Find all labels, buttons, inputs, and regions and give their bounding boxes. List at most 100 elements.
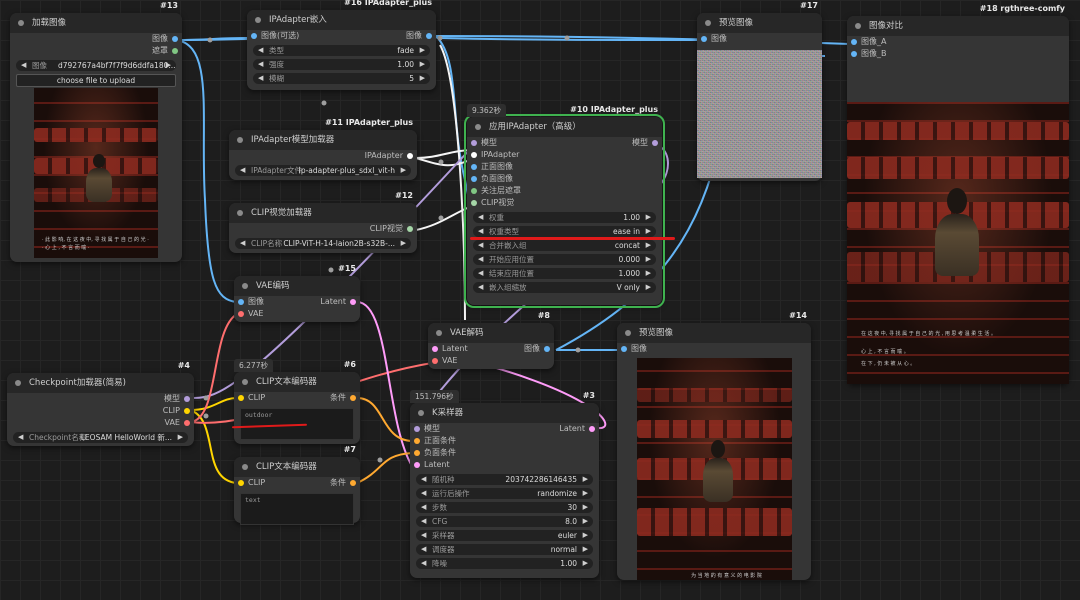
denoise-widget[interactable]: ◀ 降噪 1.00 ▶	[416, 558, 593, 569]
socket-dot[interactable]	[432, 346, 438, 352]
input-vae[interactable]: VAE	[428, 355, 554, 367]
arrow-right-icon[interactable]: ▶	[646, 282, 651, 293]
output-mask[interactable]: 遮罩	[10, 45, 182, 57]
socket-dot[interactable]	[471, 140, 477, 146]
node-title[interactable]: CLIP视觉加载器	[229, 203, 417, 223]
image-combo[interactable]: ◀ 图像 d792767a4bf7f7f9d6ddfa180... ▶	[16, 60, 176, 71]
output-image[interactable]: 图像	[10, 33, 182, 45]
socket-dot[interactable]	[471, 188, 477, 194]
arrow-right-icon[interactable]: ▶	[420, 45, 425, 56]
clip-text-encode-negative-node[interactable]: #7 CLIP文本编码器 CLIP 条件 text	[234, 445, 360, 525]
arrow-right-icon[interactable]: ▶	[646, 226, 651, 237]
input-ipadapter[interactable]: IPAdapter	[467, 149, 662, 161]
socket-dot[interactable]	[851, 39, 857, 45]
socket-dot[interactable]	[350, 299, 356, 305]
arrow-right-icon[interactable]: ▶	[646, 212, 651, 223]
ipadapter-model-loader-node[interactable]: #11 IPAdapter_plus IPAdapter模型加载器 IPAdap…	[229, 118, 417, 180]
input-clip-vision[interactable]: CLIP视觉	[467, 197, 662, 209]
arrow-left-icon[interactable]: ◀	[18, 432, 23, 443]
load-image-node[interactable]: #13 加载图像 图像 遮罩 ◀ 图像 d792767a4bf7f7f9d6ddfa…	[10, 1, 182, 262]
end-at-slider[interactable]: ◀ 结束应用位置 1.000 ▶	[473, 268, 656, 279]
input-image[interactable]: 图像 Latent	[234, 296, 360, 308]
arrow-left-icon[interactable]: ◀	[478, 282, 483, 293]
socket-dot[interactable]	[238, 395, 244, 401]
socket-dot[interactable]	[471, 200, 477, 206]
socket-dot[interactable]	[184, 396, 190, 402]
socket-dot[interactable]	[471, 176, 477, 182]
output-clip[interactable]: CLIP	[7, 405, 194, 417]
vae-encode-node[interactable]: #15 VAE编码 图像 Latent VAE	[234, 264, 360, 322]
socket-dot[interactable]	[471, 152, 477, 158]
input-image[interactable]: 图像	[617, 343, 811, 355]
node-title[interactable]: IPAdapter嵌入	[247, 10, 436, 30]
socket-dot[interactable]	[184, 420, 190, 426]
arrow-left-icon[interactable]: ◀	[421, 502, 426, 513]
input-image-b[interactable]: 图像_B	[847, 48, 1069, 60]
input-clip[interactable]: CLIP 条件	[234, 477, 360, 489]
input-image[interactable]: 图像(可选) 图像	[247, 30, 436, 42]
embeds-scaling-combo[interactable]: ◀ 嵌入组缩放 V only ▶	[473, 282, 656, 293]
arrow-right-icon[interactable]: ▶	[646, 254, 651, 265]
arrow-right-icon[interactable]: ▶	[178, 432, 183, 443]
input-positive[interactable]: 正面条件	[410, 435, 599, 447]
preview-image-node-17[interactable]: #17 预览图像 图像	[697, 1, 822, 181]
strength-slider[interactable]: ◀ 强度 1.00 ▶	[253, 59, 430, 70]
socket-dot[interactable]	[172, 48, 178, 54]
clip-name-combo[interactable]: ◀ CLIP名称 CLIP-ViT-H-14-laion2B-s32B-... ▶	[235, 238, 411, 249]
combine-embeds-combo[interactable]: ◀ 合并嵌入组 concat ▶	[473, 240, 656, 251]
arrow-right-icon[interactable]: ▶	[583, 502, 588, 513]
upload-button[interactable]: choose file to upload	[16, 74, 176, 87]
arrow-left-icon[interactable]: ◀	[421, 558, 426, 569]
steps-widget[interactable]: ◀ 步数 30 ▶	[416, 502, 593, 513]
socket-dot[interactable]	[652, 140, 658, 146]
socket-dot[interactable]	[238, 311, 244, 317]
arrow-right-icon[interactable]: ▶	[583, 474, 588, 485]
arrow-left-icon[interactable]: ◀	[478, 226, 483, 237]
socket-dot[interactable]	[544, 346, 550, 352]
arrow-right-icon[interactable]: ▶	[583, 516, 588, 527]
input-attn-mask[interactable]: 关注层遮罩	[467, 185, 662, 197]
blur-slider[interactable]: ◀ 模糊 5 ▶	[253, 73, 430, 84]
socket-dot[interactable]	[407, 226, 413, 232]
vae-decode-node[interactable]: #8 VAE解码 Latent 图像 VAE	[428, 311, 554, 369]
socket-dot[interactable]	[350, 395, 356, 401]
arrow-right-icon[interactable]: ▶	[420, 73, 425, 84]
arrow-right-icon[interactable]: ▶	[401, 238, 406, 249]
socket-dot[interactable]	[414, 462, 420, 468]
socket-dot[interactable]	[414, 450, 420, 456]
arrow-left-icon[interactable]: ◀	[421, 530, 426, 541]
control-after-generate-combo[interactable]: ◀ 运行后操作 randomize ▶	[416, 488, 593, 499]
node-title[interactable]: CLIP文本编码器	[234, 457, 360, 477]
arrow-left-icon[interactable]: ◀	[478, 212, 483, 223]
socket-dot[interactable]	[238, 480, 244, 486]
weight-type-combo[interactable]: ◀ 权重类型 ease in ▶	[473, 226, 656, 237]
node-title[interactable]: IPAdapter模型加载器	[229, 130, 417, 150]
node-title[interactable]: 预览图像	[617, 323, 811, 343]
socket-dot[interactable]	[414, 426, 420, 432]
input-model[interactable]: 模型 模型	[467, 137, 662, 149]
arrow-left-icon[interactable]: ◀	[21, 60, 26, 71]
arrow-right-icon[interactable]: ▶	[166, 60, 171, 71]
node-title[interactable]: 预览图像	[697, 13, 822, 33]
sampler-combo[interactable]: ◀ 采样器 euler ▶	[416, 530, 593, 541]
arrow-left-icon[interactable]: ◀	[421, 544, 426, 555]
arrow-left-icon[interactable]: ◀	[478, 268, 483, 279]
socket-dot[interactable]	[701, 36, 707, 42]
arrow-left-icon[interactable]: ◀	[240, 165, 245, 176]
arrow-right-icon[interactable]: ▶	[401, 165, 406, 176]
input-model[interactable]: 模型 Latent	[410, 423, 599, 435]
socket-dot[interactable]	[414, 438, 420, 444]
output-vae[interactable]: VAE	[7, 417, 194, 429]
cfg-widget[interactable]: ◀ CFG 8.0 ▶	[416, 516, 593, 527]
input-clip[interactable]: CLIP 条件	[234, 392, 360, 404]
arrow-right-icon[interactable]: ▶	[420, 59, 425, 70]
arrow-left-icon[interactable]: ◀	[258, 59, 263, 70]
type-combo[interactable]: ◀ 类型 fade ▶	[253, 45, 430, 56]
start-at-slider[interactable]: ◀ 开始应用位置 0.000 ▶	[473, 254, 656, 265]
arrow-right-icon[interactable]: ▶	[583, 558, 588, 569]
socket-dot[interactable]	[589, 426, 595, 432]
socket-dot[interactable]	[350, 480, 356, 486]
arrow-right-icon[interactable]: ▶	[583, 488, 588, 499]
socket-dot[interactable]	[407, 153, 413, 159]
output-clip-vision[interactable]: CLIP视觉	[229, 223, 417, 235]
